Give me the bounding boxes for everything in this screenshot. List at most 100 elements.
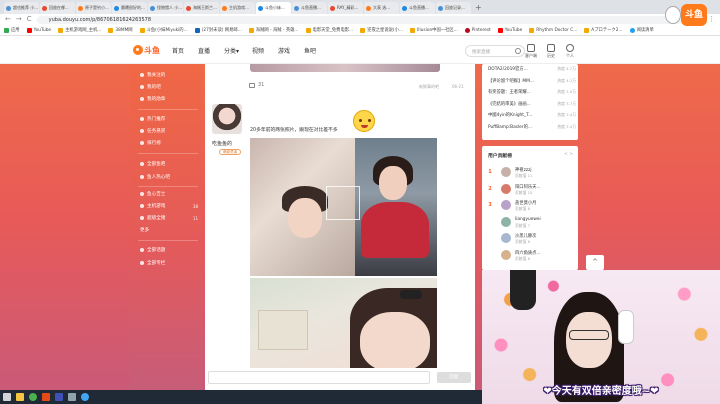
- site-logo[interactable]: 斗鱼: [133, 44, 161, 56]
- browser-tab[interactable]: 斗鱼直播...: [292, 2, 327, 14]
- bookmark-item[interactable]: 海贼网 - 海贼 - 英雄...: [248, 27, 299, 33]
- ranking-pager[interactable]: < >: [564, 152, 573, 157]
- ranking-row[interactable]: 1 神祖zzzj 贡献值 11: [487, 166, 575, 180]
- reload-button[interactable]: C: [27, 14, 32, 25]
- divider: [138, 186, 198, 187]
- browser-tab-bar: 超也推荐 小... 回放在哪... 原子是钓小... 晨曦很好的... 怪物猎人 小..…: [0, 0, 720, 14]
- author-name[interactable]: 吃鱼鱼的: [212, 140, 232, 147]
- download-button[interactable]: 客户端: [524, 44, 538, 60]
- nav-yuba[interactable]: 鱼吧: [304, 46, 316, 55]
- start-icon[interactable]: [3, 393, 11, 401]
- chrome-icon[interactable]: [29, 393, 37, 401]
- browser-tab[interactable]: 晨曦很好的...: [112, 2, 147, 14]
- like-button[interactable]: 31: [249, 82, 264, 88]
- bookmark-item[interactable]: (27封未读) 网易邮...: [194, 27, 242, 33]
- bookmark-item[interactable]: 38MM网: [108, 27, 133, 33]
- sidebar-item-group-3[interactable]: 超级全猪 11: [140, 215, 198, 221]
- back-to-top-button[interactable]: ^: [586, 255, 604, 270]
- nav-live[interactable]: 直播: [198, 46, 210, 55]
- ranking-row[interactable]: 2 阳口阿乐天... 贡献值 10: [487, 183, 575, 197]
- list-item[interactable]: 《完结的审美》画画... 热度 3.7万: [488, 101, 576, 107]
- browser-tab[interactable]: 斗鱼直播...: [400, 2, 435, 14]
- bookmark-item[interactable]: 主机游戏网_主机...: [58, 27, 101, 33]
- screen: 超也推荐 小... 回放在哪... 原子是钓小... 晨曦很好的... 怪物猎人 小..…: [0, 0, 720, 404]
- user-button[interactable]: 个人: [563, 44, 577, 60]
- nav-game[interactable]: 游戏: [278, 46, 290, 55]
- bookmark-item[interactable]: Illusion中国一社区...: [410, 27, 458, 33]
- sidebar-item-group-1[interactable]: 鱼心吉士: [140, 191, 198, 197]
- bookmark-item[interactable]: 阅读清单: [629, 27, 654, 33]
- trophy-icon: [140, 141, 144, 145]
- new-tab-button[interactable]: +: [472, 2, 485, 14]
- list-item[interactable]: 【评论留个吧群】MM... 热度 4.2万: [488, 78, 576, 84]
- bookmark-item[interactable]: 斗鱼(小妹Miyuki的...: [139, 27, 188, 33]
- history-button[interactable]: 历史: [544, 44, 558, 60]
- post-photo-2[interactable]: [250, 278, 437, 368]
- browser-tab[interactable]: 大表 选...: [364, 2, 399, 14]
- nav-home[interactable]: 首页: [172, 46, 184, 55]
- bookmark-item[interactable]: Rhythm Doctor C...: [529, 27, 577, 33]
- browser-tab[interactable]: 怪物猎人 小...: [148, 2, 183, 14]
- sidebar-item-columns[interactable]: 全部专栏: [140, 260, 198, 266]
- ranking-row[interactable]: 3 盖世莫小月 贡献值 8: [487, 199, 575, 213]
- sidebar-item-all-groups[interactable]: 全部鱼吧: [140, 161, 198, 167]
- sidebar-item-group-2[interactable]: 主机游戏 38: [140, 203, 198, 209]
- sidebar-item-topics[interactable]: 全部话题: [140, 247, 198, 253]
- browser-tab[interactable]: RAY_精彩...: [328, 2, 363, 14]
- search-icon[interactable]: [515, 48, 521, 54]
- list-item[interactable]: 有奖答题：王者荣耀... 热度 3.9万: [488, 89, 576, 95]
- bookmark-item[interactable]: Pinterest: [464, 27, 491, 33]
- folder-icon: [410, 27, 416, 33]
- forward-button[interactable]: →: [16, 14, 22, 25]
- browser-tab[interactable]: 回放在哪...: [40, 2, 75, 14]
- tab-label: 斗鱼直播...: [301, 5, 321, 10]
- menu-icon[interactable]: ⋮: [708, 14, 715, 25]
- app-icon[interactable]: [55, 393, 63, 401]
- browser-tab[interactable]: 斗鱼小妹...: [256, 2, 291, 14]
- sidebar-item-hot[interactable]: 热门推荐: [140, 116, 198, 122]
- list-item[interactable]: 中國4yin的Knight_T... 热度 3.4万: [488, 112, 576, 118]
- nav-category[interactable]: 分类▾: [224, 46, 239, 55]
- list-item[interactable]: DOTA2/2019官方... 热度 4.7万: [488, 66, 576, 72]
- sidebar-item-medals[interactable]: 我的勋章: [140, 96, 198, 102]
- browser-tab[interactable]: 海贼王斯兰...: [184, 2, 219, 14]
- steam-icon[interactable]: [68, 393, 76, 401]
- sidebar-item-fish-people[interactable]: 鱼人热心吧: [140, 174, 198, 180]
- tab-label: RAY_精彩...: [337, 5, 359, 10]
- browser-tab[interactable]: 原子是钓小...: [76, 2, 111, 14]
- back-button[interactable]: ←: [5, 14, 11, 25]
- browser-tab[interactable]: 回放记录...: [436, 2, 471, 14]
- author-avatar[interactable]: [212, 104, 242, 134]
- browser-tab[interactable]: 主机游戏...: [220, 2, 255, 14]
- previous-post-image[interactable]: [250, 64, 440, 72]
- app-icon[interactable]: [81, 393, 89, 401]
- sidebar: 我关注的 我的吧 我的勋章 热门推荐 任务悬赏 排行榜 全部鱼吧 鱼人热心吧 鱼…: [130, 64, 202, 390]
- bookmark-item[interactable]: 电影天堂_免费电影...: [305, 27, 353, 33]
- list-item[interactable]: PuffBamp:Basler的... 热度 3.4万: [488, 124, 576, 130]
- site-header: 斗鱼 首页 直播 分类▾ 视频 游戏 鱼吧 搜索直播 客户端 历史 个人: [0, 36, 720, 64]
- bookmark-item[interactable]: Aプロテーク2...: [584, 27, 623, 33]
- sidebar-item-following[interactable]: 我关注的: [140, 72, 198, 78]
- app-icon[interactable]: [42, 393, 50, 401]
- post-source[interactable]: 新鲜事的吧: [419, 84, 439, 90]
- bookmark-item[interactable]: 应用: [4, 27, 20, 33]
- bookmark-item[interactable]: 逆夜之星说说(小...: [360, 27, 403, 33]
- browser-tab[interactable]: 超也推荐 小...: [4, 2, 39, 14]
- comment-input[interactable]: [208, 371, 430, 384]
- ranking-row[interactable]: 四六角质点... 贡献值 6: [487, 249, 575, 263]
- sidebar-item-my-groups[interactable]: 我的吧: [140, 84, 198, 90]
- file-explorer-icon[interactable]: [16, 393, 24, 401]
- ranking-row[interactable]: 沙黑儿静次 贡献值 6: [487, 232, 575, 246]
- sidebar-item-tasks[interactable]: 任务悬赏: [140, 128, 198, 134]
- bookmark-item[interactable]: YouTube: [26, 27, 51, 33]
- bookmark-item[interactable]: YouTube: [497, 27, 522, 33]
- reading-list-icon: [629, 27, 635, 33]
- reply-button[interactable]: 回复: [437, 372, 471, 383]
- ranking-row[interactable]: liangyuewei 贡献值 7: [487, 216, 575, 230]
- sidebar-item-more[interactable]: 更多: [140, 227, 198, 233]
- avatar: [501, 200, 511, 210]
- post-photo-1[interactable]: [250, 138, 437, 276]
- url-input[interactable]: yuba.douyu.com/p/86706181624263578: [36, 15, 692, 24]
- sidebar-item-ranking[interactable]: 排行榜: [140, 140, 198, 146]
- nav-video[interactable]: 视频: [252, 46, 264, 55]
